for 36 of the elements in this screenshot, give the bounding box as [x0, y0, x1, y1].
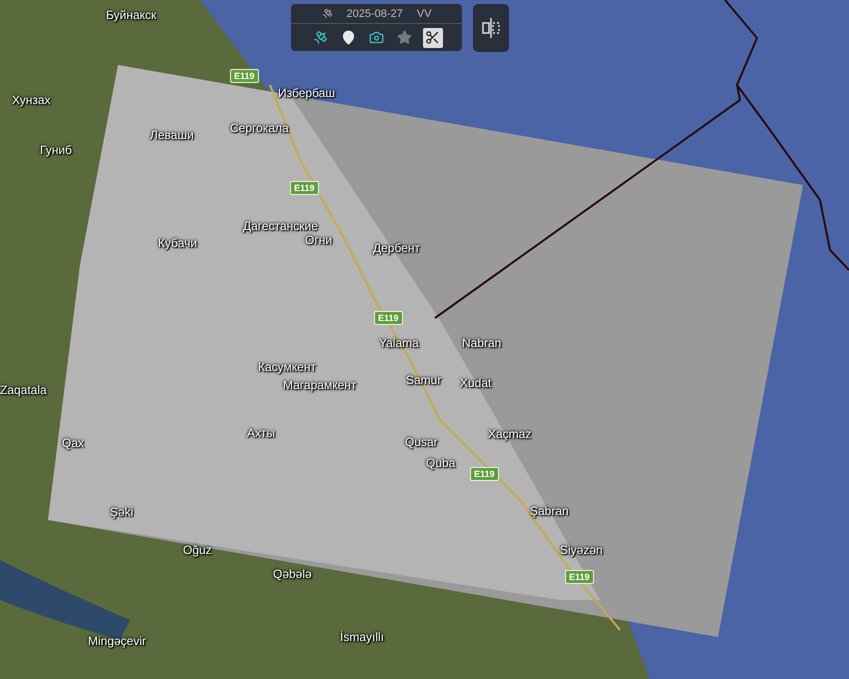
split-view-icon [481, 17, 501, 39]
place-label: Xaçmaz [488, 427, 532, 441]
place-label: Кубачи [158, 236, 198, 250]
place-label: Гуниб [40, 143, 72, 157]
place-label: Xudat [460, 376, 492, 390]
place-label: Дербент [373, 241, 420, 255]
place-label: Qusar [405, 435, 438, 449]
cut-tool-button[interactable] [422, 28, 442, 48]
polarization-label: VV [416, 8, 432, 20]
place-label: Nabran [462, 336, 502, 350]
place-label: Касумкент [258, 360, 316, 374]
place-label: Oğuz [183, 543, 212, 557]
road-shield: E119 [290, 181, 319, 195]
place-label: Магарамкент [283, 378, 356, 392]
place-label: Ахты [247, 426, 275, 440]
satellite-icon [322, 8, 333, 19]
place-label: Дагестанские [243, 219, 318, 233]
place-label: Qəbələ [273, 567, 312, 581]
place-label: Quba [426, 456, 456, 470]
place-label: Огни [305, 233, 332, 247]
road-shield: E119 [565, 570, 594, 584]
place-label: Хунзах [12, 93, 51, 107]
place-label: Mingəçevir [88, 634, 146, 648]
compare-button[interactable] [473, 4, 509, 52]
road-shield: E119 [470, 467, 499, 481]
place-label: Избербаш [278, 86, 335, 100]
place-label: Şabran [530, 504, 569, 518]
place-label: Siyəzən [560, 543, 603, 557]
place-label: İsmayıllı [340, 630, 384, 644]
road-shield: E119 [230, 69, 259, 83]
acquisition-date: 2025-08-27 [346, 8, 403, 20]
place-label: Zaqatala [0, 383, 47, 397]
place-label: Şəki [110, 505, 134, 519]
place-label: Qax [62, 436, 84, 450]
place-label: Буйнакск [106, 8, 156, 22]
road-shield: E119 [374, 311, 403, 325]
